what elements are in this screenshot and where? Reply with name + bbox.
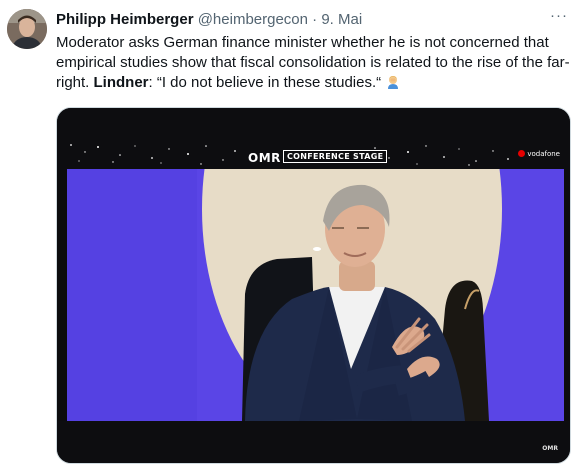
omr-corner-logo: OMR <box>542 445 558 452</box>
stage-bottom <box>57 421 570 463</box>
video-frame <box>67 169 564 421</box>
more-options-icon[interactable]: ··· <box>547 8 571 28</box>
conference-stage-label: CONFERENCE STAGE <box>283 150 388 163</box>
header-separator: · <box>312 11 318 28</box>
vodafone-icon <box>518 150 526 157</box>
author-handle[interactable]: @heimbergecon <box>198 11 308 28</box>
tweet-date[interactable]: 9. Mai <box>321 11 362 28</box>
tweet-card[interactable]: Philipp Heimberger @heimbergecon · 9. Ma… <box>0 0 585 470</box>
tweet-text: Moderator asks German finance minister w… <box>56 33 571 93</box>
author-name[interactable]: Philipp Heimberger <box>56 11 194 28</box>
omr-logo: OMR <box>248 151 281 165</box>
vodafone-logo: vodafone <box>518 150 560 158</box>
tweet-text-part2: : “I do not believe in these studies.“ <box>148 74 382 91</box>
tweet-speaker: Lindner <box>93 74 149 91</box>
avatar[interactable] <box>7 9 47 49</box>
sponsor-label: vodafone <box>527 150 560 158</box>
video-media[interactable]: OMR CONFERENCE STAGE vodafone OMR <box>56 107 571 464</box>
tweet-header: Philipp Heimberger @heimbergecon · 9. Ma… <box>56 10 545 30</box>
man-facepalming-icon <box>385 73 401 89</box>
